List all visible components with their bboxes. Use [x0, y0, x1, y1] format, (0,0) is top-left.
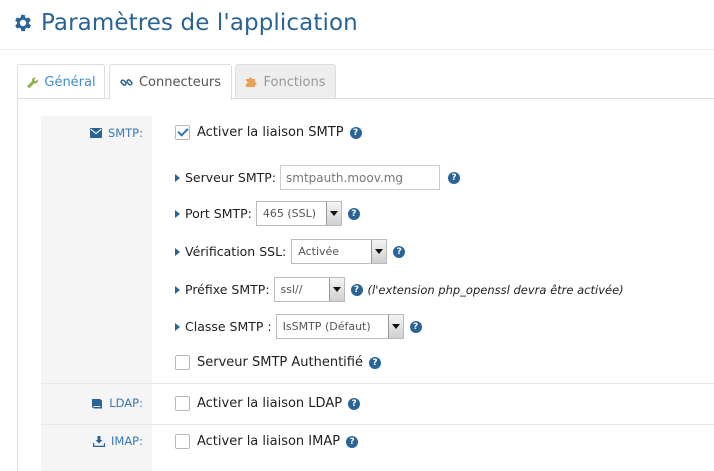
imap-enable-row: Activer la liaison IMAP ? [175, 434, 359, 449]
help-icon[interactable]: ? [348, 397, 361, 410]
smtp-enable-checkbox[interactable] [175, 125, 190, 140]
puzzle-icon [245, 76, 257, 88]
smtp-class-select[interactable]: IsSMTP (Défaut) [275, 314, 404, 339]
help-icon[interactable]: ? [347, 207, 360, 220]
tab-fonctions[interactable]: Fonctions [235, 64, 336, 99]
ldap-enable-row: Activer la liaison LDAP ? [175, 396, 361, 411]
envelope-icon [89, 128, 102, 138]
ldap-enable-checkbox[interactable] [175, 396, 190, 411]
tab-label: Connecteurs [138, 75, 222, 90]
ssl-verification-value: Activée [298, 245, 340, 258]
smtp-prefix-note: (l'extension php_openssl devra être acti… [367, 282, 624, 297]
imap-enable-label: Activer la liaison IMAP [197, 434, 341, 449]
chevron-down-icon [371, 240, 387, 263]
smtp-label-text: SMTP: [107, 126, 143, 140]
ssl-verification-label: Vérification SSL: [185, 244, 287, 259]
link-icon [120, 76, 133, 89]
tab-connecteurs[interactable]: Connecteurs [109, 64, 232, 100]
help-icon[interactable]: ? [409, 320, 422, 333]
smtp-enable-label: Activer la liaison SMTP [197, 125, 344, 140]
smtp-class-value: IsSMTP (Défaut) [282, 320, 371, 333]
smtp-prefix-label: Préfixe SMTP: [185, 282, 270, 297]
help-icon[interactable]: ? [393, 245, 406, 258]
smtp-port-row: Port SMTP: 465 (SSL) ? [175, 201, 360, 226]
smtp-server-row: Serveur SMTP: smtpauth.moov.mg ? [175, 165, 460, 190]
row-divider [41, 424, 714, 425]
ldap-section-label: LDAP: [91, 396, 143, 410]
tab-bar: Général Connecteurs Fonctions [17, 64, 714, 100]
ssl-verification-row: Vérification SSL: Activée ? [175, 239, 406, 264]
smtp-auth-checkbox[interactable] [175, 355, 190, 370]
book-icon [91, 398, 103, 409]
chevron-down-icon [387, 315, 403, 338]
chevron-down-icon [325, 202, 341, 225]
smtp-section-label: SMTP: [89, 126, 143, 140]
row-divider [41, 383, 714, 384]
chevron-down-icon [328, 278, 344, 301]
imap-label-text: IMAP: [111, 434, 143, 448]
header-divider [0, 49, 714, 50]
smtp-prefix-select[interactable]: ssl// [273, 277, 345, 302]
tab-general[interactable]: Général [17, 64, 105, 99]
ssl-verification-select[interactable]: Activée [291, 239, 388, 264]
gear-icon [12, 12, 34, 34]
label-column [41, 116, 152, 471]
smtp-port-value: 465 (SSL) [262, 207, 317, 220]
smtp-prefix-value: ssl// [280, 283, 303, 296]
smtp-prefix-row: Préfixe SMTP: ssl// ? (l'extension php_o… [175, 277, 624, 302]
imap-enable-checkbox[interactable] [175, 434, 190, 449]
help-icon[interactable]: ? [448, 171, 460, 184]
tab-label: Général [44, 74, 96, 90]
smtp-server-input[interactable]: smtpauth.moov.mg [280, 165, 440, 190]
page-header: Paramètres de l'application [12, 6, 358, 40]
help-icon[interactable]: ? [369, 356, 381, 369]
smtp-port-select[interactable]: 465 (SSL) [255, 201, 342, 226]
smtp-class-row: Classe SMTP : IsSMTP (Défaut) ? [175, 314, 422, 339]
smtp-server-label: Serveur SMTP: [185, 170, 276, 185]
download-icon [93, 435, 105, 447]
smtp-class-label: Classe SMTP : [185, 319, 272, 334]
caret-right-icon [175, 247, 180, 256]
smtp-port-label: Port SMTP: [185, 206, 252, 221]
imap-section-label: IMAP: [93, 434, 143, 448]
caret-right-icon [175, 285, 180, 294]
page-title: Paramètres de l'application [41, 10, 358, 36]
caret-right-icon [175, 173, 180, 182]
caret-right-icon [175, 209, 180, 218]
tab-label: Fonctions [263, 74, 326, 90]
help-icon[interactable]: ? [346, 435, 359, 448]
smtp-auth-row: Serveur SMTP Authentifié ? [175, 355, 381, 370]
caret-right-icon [175, 322, 180, 331]
help-icon[interactable]: ? [349, 126, 362, 139]
smtp-enable-row: Activer la liaison SMTP ? [175, 125, 362, 140]
ldap-label-text: LDAP: [109, 396, 143, 410]
ldap-enable-label: Activer la liaison LDAP [197, 396, 343, 411]
wrench-icon [26, 76, 39, 88]
help-icon[interactable]: ? [350, 283, 363, 296]
smtp-auth-label: Serveur SMTP Authentifié [197, 355, 363, 370]
